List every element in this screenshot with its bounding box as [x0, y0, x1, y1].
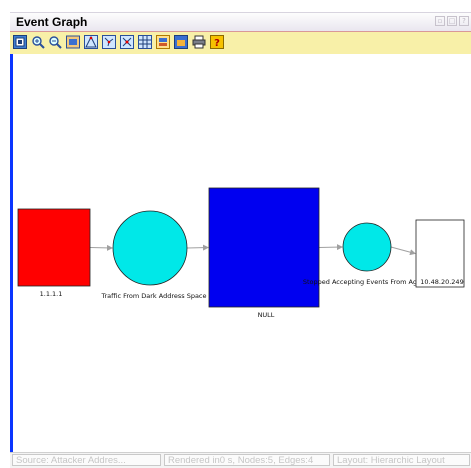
window-title: Event Graph: [16, 15, 88, 29]
print-icon[interactable]: [192, 35, 206, 49]
hierarchic-layout-icon[interactable]: [84, 35, 98, 49]
graph-node-label: Traffic From Dark Address Space: [100, 292, 206, 300]
organic-layout-icon[interactable]: [120, 35, 134, 49]
status-rendered: Rendered in0 s, Nodes:5, Edges:4: [164, 454, 330, 466]
fit-to-window-icon[interactable]: [13, 35, 27, 49]
grid-layout-icon[interactable]: [138, 35, 152, 49]
zoom-out-icon[interactable]: [48, 35, 62, 49]
graph-node[interactable]: [415, 219, 465, 288]
maximize-icon[interactable]: □: [447, 16, 457, 26]
status-bar: Source: Attacker Addres... Rendered in0 …: [10, 452, 471, 468]
minimize-icon[interactable]: ▫: [435, 16, 445, 26]
window-controls: ▫ □ ?: [435, 16, 469, 26]
zoom-in-icon[interactable]: [31, 35, 45, 49]
graph-node-label: Stopped Accepting Events From Agents: [303, 278, 432, 286]
status-source: Source: Attacker Addres...: [12, 454, 161, 466]
graph-node[interactable]: [112, 210, 188, 286]
event-graph: 1.1.1.1 Traffic From Dark Address Space NU…: [17, 187, 465, 319]
graph-edge[interactable]: [390, 246, 416, 256]
pan-icon[interactable]: [66, 35, 80, 49]
graph-node[interactable]: [17, 208, 91, 287]
graph-canvas[interactable]: 1.1.1.1 Traffic From Dark Address Space NU…: [10, 54, 471, 452]
graph-edge[interactable]: [89, 244, 113, 251]
graph-node[interactable]: [208, 187, 320, 308]
event-graph-window: Event Graph ▫ □ ? ? 1.1.1.1 Traffic From…: [0, 0, 471, 468]
graph-node-label: 1.1.1.1: [40, 290, 63, 298]
graph-edge[interactable]: [186, 244, 209, 251]
graph-node-label: 10.48.20.249: [420, 278, 463, 286]
tree-layout-icon[interactable]: [102, 35, 116, 49]
help-icon[interactable]: ?: [459, 16, 469, 26]
export-image-icon[interactable]: [174, 35, 188, 49]
nodes-layer: 1.1.1.1 Traffic From Dark Address Space NU…: [17, 187, 465, 319]
graph-toolbar: ?: [10, 32, 471, 55]
status-layout: Layout: Hierarchic Layout: [333, 454, 470, 466]
graph-edge[interactable]: [318, 244, 343, 251]
help-icon[interactable]: ?: [210, 35, 224, 49]
title-bar[interactable]: Event Graph ▫ □ ?: [10, 12, 471, 33]
svg-text:?: ?: [214, 38, 220, 49]
graph-node-label: NULL: [258, 311, 275, 319]
graph-node[interactable]: [342, 222, 392, 272]
overview-icon[interactable]: [156, 35, 170, 49]
